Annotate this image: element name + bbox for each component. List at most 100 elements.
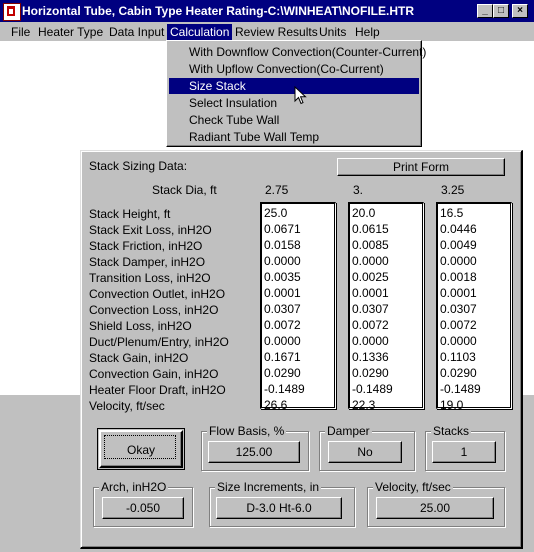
result-cell[interactable]: 0.0446 [440, 221, 477, 237]
stack-dia-value-2: 3. [353, 183, 364, 197]
minimize-button[interactable]: _ [477, 4, 493, 18]
menu-units[interactable]: Units [316, 24, 349, 40]
focus-rectangle [104, 435, 176, 459]
result-cell[interactable]: 0.0000 [352, 253, 389, 269]
damper-group: Damper No [319, 424, 415, 471]
menu-item-downflow-convection[interactable]: With Downflow Convection(Counter-Current… [169, 44, 426, 60]
window-title: Horizontal Tube, Cabin Type Heater Ratin… [22, 4, 414, 18]
stack-dia-label: Stack Dia, ft [152, 183, 217, 197]
flow-basis-button[interactable]: 125.00 [208, 441, 300, 463]
result-cell[interactable]: -0.1489 [440, 381, 481, 397]
result-cell[interactable]: 0.0072 [440, 317, 477, 333]
result-cell[interactable]: 0.0072 [352, 317, 389, 333]
result-cell[interactable]: 0.0000 [440, 253, 477, 269]
stack-sizing-dialog: Stack Sizing Data: Print Form Stack Dia,… [80, 150, 523, 549]
result-cell[interactable]: 0.0072 [264, 317, 301, 333]
stacks-group: Stacks 1 [425, 424, 505, 471]
menu-review-results[interactable]: Review Results [232, 24, 321, 40]
results-column-3: 16.5 0.0446 0.0049 0.0000 0.0018 0.0001 0.0307… [436, 202, 512, 412]
menu-calculation[interactable]: Calculation [167, 24, 233, 40]
results-column-2: 20.0 0.0615 0.0085 0.0000 0.0025 0.0001 0.0307… [348, 202, 424, 412]
result-cell[interactable]: 0.0615 [352, 221, 389, 237]
arch-button[interactable]: -0.050 [102, 497, 184, 519]
row-label: Duct/Plenum/Entry, inH2O [89, 335, 229, 349]
size-increments-label: Size Increments, in [215, 480, 322, 494]
print-form-button[interactable]: Print Form [337, 158, 505, 176]
result-cell[interactable]: 0.0000 [264, 333, 301, 349]
stacks-label: Stacks [431, 424, 472, 438]
result-cell[interactable]: 0.0001 [264, 285, 301, 301]
row-label: Stack Friction, inH2O [89, 239, 203, 253]
menu-item-radiant-tube-wall-temp[interactable]: Radiant Tube Wall Temp [169, 129, 419, 145]
result-cell[interactable]: 0.0290 [440, 365, 477, 381]
damper-button[interactable]: No [328, 441, 402, 463]
stack-sizing-header: Stack Sizing Data: [89, 159, 188, 173]
results-column-1: 25.0 0.0671 0.0158 0.0000 0.0035 0.0001 0.0307… [260, 202, 336, 412]
damper-label: Damper [325, 424, 372, 438]
result-cell[interactable]: 0.0001 [352, 285, 389, 301]
okay-button-frame: Okay [97, 428, 185, 470]
size-increments-button[interactable]: D-3.0 Ht-6.0 [216, 497, 342, 519]
velocity-label: Velocity, ft/sec [373, 480, 453, 494]
result-cell[interactable]: 0.0000 [440, 333, 477, 349]
arch-group: Arch, inH2O -0.050 [93, 480, 193, 527]
maximize-button[interactable]: □ [493, 4, 509, 18]
title-bar[interactable]: Horizontal Tube, Cabin Type Heater Ratin… [0, 0, 534, 22]
stack-dia-value-3: 3.25 [441, 183, 465, 197]
velocity-button[interactable]: 25.00 [376, 497, 494, 519]
close-button[interactable]: × [512, 4, 528, 18]
menu-item-check-tube-wall[interactable]: Check Tube Wall [169, 112, 419, 128]
result-cell[interactable]: 19.0 [440, 397, 463, 413]
row-label: Convection Loss, inH2O [89, 303, 219, 317]
row-label: Stack Damper, inH2O [89, 255, 206, 269]
velocity-group: Velocity, ft/sec 25.00 [367, 480, 505, 527]
row-label: Convection Outlet, inH2O [89, 287, 226, 301]
app-icon[interactable] [3, 3, 21, 21]
result-cell[interactable]: 25.0 [264, 205, 287, 221]
row-label: Convection Gain, inH2O [89, 367, 219, 381]
menu-file[interactable]: File [8, 24, 33, 40]
result-cell[interactable]: 0.0018 [440, 269, 477, 285]
result-cell[interactable]: 0.0000 [352, 333, 389, 349]
stacks-button[interactable]: 1 [432, 441, 496, 463]
result-cell[interactable]: 16.5 [440, 205, 463, 221]
result-cell[interactable]: 0.0001 [440, 285, 477, 301]
result-cell[interactable]: 0.0307 [264, 301, 301, 317]
flow-basis-label: Flow Basis, % [207, 424, 287, 438]
result-cell[interactable]: 0.1671 [264, 349, 301, 365]
row-label: Stack Gain, inH2O [89, 351, 189, 365]
result-cell[interactable]: 0.0085 [352, 237, 389, 253]
menu-data-input[interactable]: Data Input [106, 24, 167, 40]
result-cell[interactable]: 0.1103 [440, 349, 476, 365]
row-label: Shield Loss, inH2O [89, 319, 192, 333]
row-label: Transition Loss, inH2O [89, 271, 211, 285]
result-cell[interactable]: -0.1489 [352, 381, 393, 397]
result-cell[interactable]: 0.0290 [264, 365, 301, 381]
result-cell[interactable]: 0.0025 [352, 269, 389, 285]
result-cell[interactable]: 0.1336 [352, 349, 389, 365]
result-cell[interactable]: 0.0307 [352, 301, 389, 317]
result-cell[interactable]: -0.1489 [264, 381, 305, 397]
result-cell[interactable]: 20.0 [352, 205, 375, 221]
row-label: Stack Height, ft [89, 207, 171, 221]
menu-help[interactable]: Help [352, 24, 383, 40]
menu-item-upflow-convection[interactable]: With Upflow Convection(Co-Current) [169, 61, 419, 77]
row-label: Heater Floor Draft, inH2O [89, 383, 226, 397]
result-cell[interactable]: 22.3 [352, 397, 375, 413]
row-label: Stack Exit Loss, inH2O [89, 223, 212, 237]
flow-basis-group: Flow Basis, % 125.00 [201, 424, 309, 471]
size-increments-group: Size Increments, in D-3.0 Ht-6.0 [209, 480, 355, 527]
result-cell[interactable]: 0.0671 [264, 221, 301, 237]
menu-heater-type[interactable]: Heater Type [35, 24, 106, 40]
result-cell[interactable]: 0.0307 [440, 301, 477, 317]
stack-dia-value-1: 2.75 [265, 183, 289, 197]
mouse-cursor-icon [294, 86, 307, 105]
result-cell[interactable]: 0.0035 [264, 269, 301, 285]
arch-label: Arch, inH2O [99, 480, 169, 494]
result-cell[interactable]: 26.6 [264, 397, 287, 413]
result-cell[interactable]: 0.0290 [352, 365, 389, 381]
result-cell[interactable]: 0.0158 [264, 237, 301, 253]
result-cell[interactable]: 0.0049 [440, 237, 477, 253]
result-cell[interactable]: 0.0000 [264, 253, 301, 269]
row-label: Velocity, ft/sec [89, 399, 165, 413]
